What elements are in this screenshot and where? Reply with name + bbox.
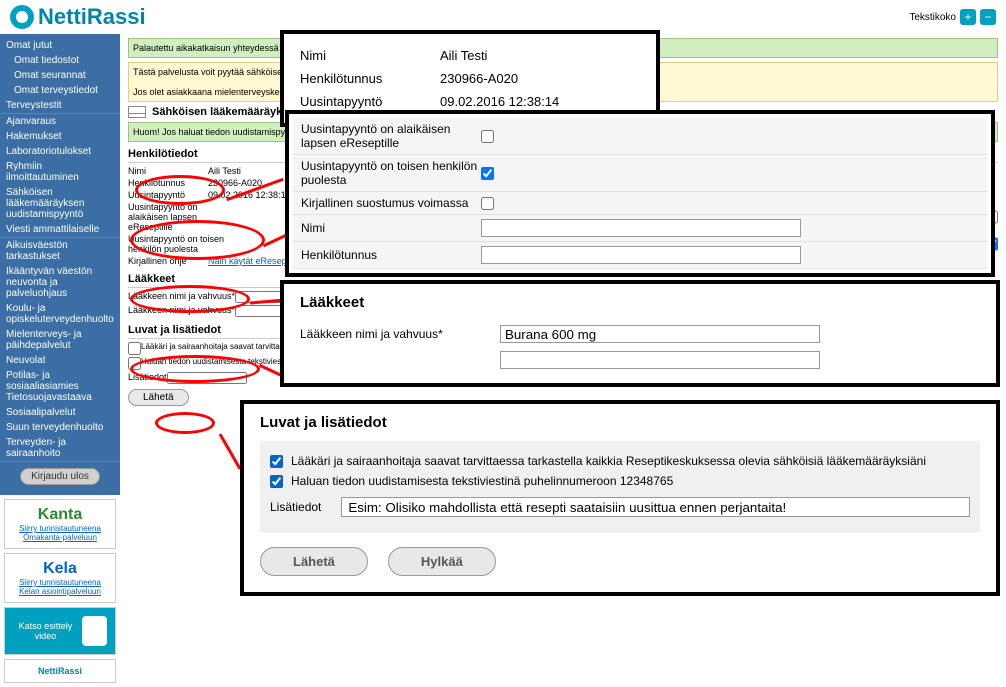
- text-size-minus-button[interactable]: −: [980, 9, 996, 25]
- video-card[interactable]: Katso esittely video: [4, 607, 116, 655]
- kanta-logo: Kanta: [11, 506, 109, 524]
- text-size-label: Tekstikoko: [909, 12, 956, 23]
- kanta-link[interactable]: Siirry tunnistautuneena Omakanta-palvelu…: [11, 524, 109, 542]
- luvat-title: Luvat ja lisätiedot: [260, 414, 980, 431]
- input-laake-nimi[interactable]: [500, 325, 820, 343]
- logout-button[interactable]: Kirjaudu ulos: [20, 468, 100, 485]
- overlay-puolesta: Uusintapyyntö on alaikäisen lapsen eRese…: [285, 110, 995, 277]
- sidebar-nav: Omat jutut Omat tiedostot Omat seurannat…: [0, 34, 120, 495]
- mini-lisatiedot-input[interactable]: [167, 372, 247, 384]
- text-size-control: Tekstikoko + −: [909, 9, 996, 25]
- chk-toisen[interactable]: [481, 167, 494, 180]
- sidebar-ikaantyvan[interactable]: Ikääntyvän väestön neuvonta ja palveluoh…: [0, 264, 120, 301]
- kela-card[interactable]: Kela Siirry tunnistautuneena Kelan asioi…: [4, 553, 116, 603]
- sidebar-aikuis[interactable]: Aikuisväestön tarkastukset: [0, 238, 120, 264]
- laakkeet-title: Lääkkeet: [300, 294, 980, 311]
- chk-alaikaisen[interactable]: [481, 130, 494, 143]
- sidebar-omat-seurannat[interactable]: Omat seurannat: [0, 68, 120, 83]
- sidebar-potilas[interactable]: Potilas- ja sosiaaliasiamies Tietosuojav…: [0, 368, 120, 405]
- sidebar-koulu[interactable]: Koulu- ja opiskeluterveydenhuolto: [0, 301, 120, 327]
- nettirassi-card[interactable]: NettiRassi: [4, 659, 116, 683]
- mini-laheta-button[interactable]: Lähetä: [128, 389, 189, 406]
- chk-tekstiviesti[interactable]: [270, 475, 283, 488]
- overlay-luvat: Luvat ja lisätiedot Lääkäri ja sairaanho…: [240, 400, 1000, 596]
- sidebar-terveyden[interactable]: Terveyden- ja sairaanhoito: [0, 435, 120, 461]
- flower-icon: [82, 616, 107, 646]
- sidebar-hakemukset[interactable]: Hakemukset: [0, 129, 120, 144]
- text-size-plus-button[interactable]: +: [960, 9, 976, 25]
- app-header: NettiRassi Tekstikoko + −: [0, 0, 1006, 34]
- logo-text: NettiRassi: [38, 4, 146, 30]
- kela-logo: Kela: [11, 560, 109, 578]
- overlay-laakkeet: Lääkkeet Lääkkeen nimi ja vahvuus*: [280, 280, 1000, 387]
- sidebar-neuvolat[interactable]: Neuvolat: [0, 353, 120, 368]
- sidebar-ryhmiin[interactable]: Ryhmiin ilmoittautuminen: [0, 159, 120, 185]
- envelope-icon: [128, 106, 146, 118]
- sidebar-laboratoriotulokset[interactable]: Laboratoriotulokset: [0, 144, 120, 159]
- input-lisatiedot[interactable]: [341, 497, 970, 517]
- chk-kirjallinen[interactable]: [481, 197, 494, 210]
- kanta-card[interactable]: Kanta Siirry tunnistautuneena Omakanta-p…: [4, 499, 116, 549]
- sidebar-sahkoisen[interactable]: Sähköisen lääkemääräyksen uudistamispyyn…: [0, 185, 120, 222]
- nettirassi-logo: NettiRassi: [38, 666, 82, 676]
- sidebar-omat-tiedostot[interactable]: Omat tiedostot: [0, 53, 120, 68]
- ohje-link[interactable]: Näin käytät eReseptiä: [208, 256, 296, 266]
- logo-icon: [10, 5, 34, 29]
- sidebar-ajanvaraus[interactable]: Ajanvaraus: [0, 114, 120, 129]
- kela-link[interactable]: Siirry tunnistautuneena Kelan asiointipa…: [11, 578, 109, 596]
- sidebar-omat-jutut[interactable]: Omat jutut: [0, 38, 120, 53]
- laheta-button[interactable]: Lähetä: [260, 547, 368, 576]
- logo: NettiRassi: [10, 4, 146, 30]
- sidebar-suun[interactable]: Suun terveydenhuolto: [0, 420, 120, 435]
- video-label: Katso esittely video: [13, 621, 78, 641]
- mini-luvat-chk2[interactable]: [128, 357, 141, 370]
- input-puolesta-hetu[interactable]: [481, 246, 801, 264]
- input-laake-nimi-2[interactable]: [500, 351, 820, 369]
- input-puolesta-nimi[interactable]: [481, 219, 801, 237]
- hylkaa-button[interactable]: Hylkää: [388, 547, 496, 576]
- sidebar-viesti[interactable]: Viesti ammattilaiselle: [0, 222, 120, 237]
- chk-tarkastelu[interactable]: [270, 455, 283, 468]
- sidebar-omat-terveystiedot[interactable]: Omat terveystiedot: [0, 83, 120, 98]
- sidebar-terveystestit[interactable]: Terveystestit: [0, 98, 120, 113]
- sidebar-mielen[interactable]: Mielenterveys- ja päihdepalvelut: [0, 327, 120, 353]
- sidebar-sosiaalipalvelut[interactable]: Sosiaalipalvelut: [0, 405, 120, 420]
- mini-luvat-chk1[interactable]: [128, 342, 141, 355]
